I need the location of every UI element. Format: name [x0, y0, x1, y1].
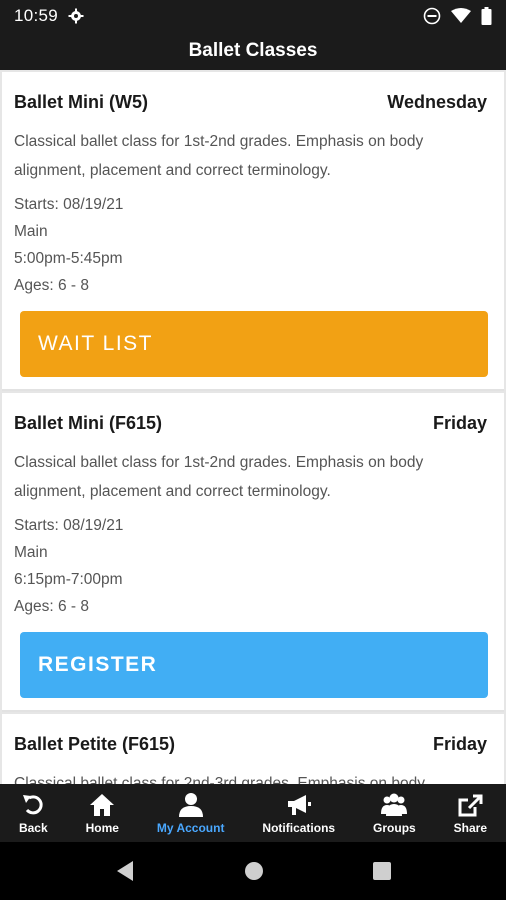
back-arrow-icon — [23, 794, 43, 814]
system-navigation-bar — [0, 842, 506, 900]
class-card: Ballet Petite (F615) Friday Classical ba… — [2, 714, 504, 784]
nav-recents-icon[interactable] — [373, 862, 392, 880]
class-day: Wednesday — [387, 92, 487, 112]
class-time: 5:00pm-5:45pm — [14, 250, 123, 267]
class-ages: Ages: 6 - 8 — [14, 598, 89, 615]
tab-label: Groups — [373, 820, 416, 835]
class-card: Ballet Mini (W5) Wednesday Classical bal… — [2, 72, 504, 391]
tab-label: Share — [453, 820, 488, 835]
tab-groups[interactable]: Groups — [354, 784, 435, 842]
class-name: Ballet Petite (F615) — [14, 734, 176, 754]
class-name: Ballet Mini (W5) — [14, 92, 148, 112]
tab-notifications[interactable]: Notifications — [243, 784, 354, 842]
class-list[interactable]: Ballet Mini (W5) Wednesday Classical bal… — [0, 70, 506, 784]
settings-gear-icon — [68, 8, 84, 24]
wait-list-button[interactable]: WAIT LIST — [20, 311, 488, 377]
tab-label: My Account — [156, 820, 225, 835]
tab-my-account[interactable]: My Account — [138, 784, 244, 842]
tab-home[interactable]: Home — [67, 784, 138, 842]
register-button[interactable]: REGISTER — [20, 632, 488, 698]
class-location: Main — [14, 223, 48, 240]
class-ages: Ages: 6 - 8 — [14, 277, 89, 294]
class-day: Friday — [432, 413, 487, 433]
status-time: 10:59 — [14, 6, 59, 25]
status-icons — [423, 7, 492, 25]
class-name: Ballet Mini (F615) — [14, 413, 163, 433]
home-icon — [90, 793, 115, 816]
class-start-date: Starts: 08/19/21 — [14, 517, 124, 534]
tab-label: Home — [85, 820, 119, 835]
megaphone-icon — [287, 794, 311, 815]
class-time: 6:15pm-7:00pm — [14, 571, 123, 588]
class-day: Friday — [432, 734, 487, 754]
class-description: Classical ballet class for 1st-2nd grade… — [14, 454, 424, 500]
tab-label: Notifications — [262, 820, 336, 835]
bottom-tab-bar: Back Home My Account Notifications Group… — [0, 784, 506, 842]
page-title: Ballet Classes — [188, 40, 318, 61]
app-header: Ballet Classes — [0, 32, 506, 70]
tab-share[interactable]: Share — [435, 784, 506, 842]
status-bar: 10:59 — [0, 0, 506, 32]
tab-back[interactable]: Back — [0, 784, 67, 842]
class-description: Classical ballet class for 1st-2nd grade… — [14, 133, 424, 179]
share-icon — [458, 794, 483, 816]
class-location: Main — [14, 544, 48, 561]
nav-home-icon[interactable] — [244, 861, 264, 881]
tab-label: Back — [18, 820, 48, 835]
class-card: Ballet Mini (F615) Friday Classical ball… — [2, 393, 504, 712]
do-not-disturb-icon — [423, 7, 441, 25]
person-icon — [178, 792, 203, 817]
class-start-date: Starts: 08/19/21 — [14, 196, 124, 213]
groups-icon — [381, 793, 408, 816]
nav-back-icon[interactable] — [115, 860, 135, 882]
wifi-icon — [451, 8, 471, 23]
class-description: Classical ballet class for 2nd-3rd grade… — [14, 775, 425, 784]
battery-icon — [481, 7, 492, 25]
